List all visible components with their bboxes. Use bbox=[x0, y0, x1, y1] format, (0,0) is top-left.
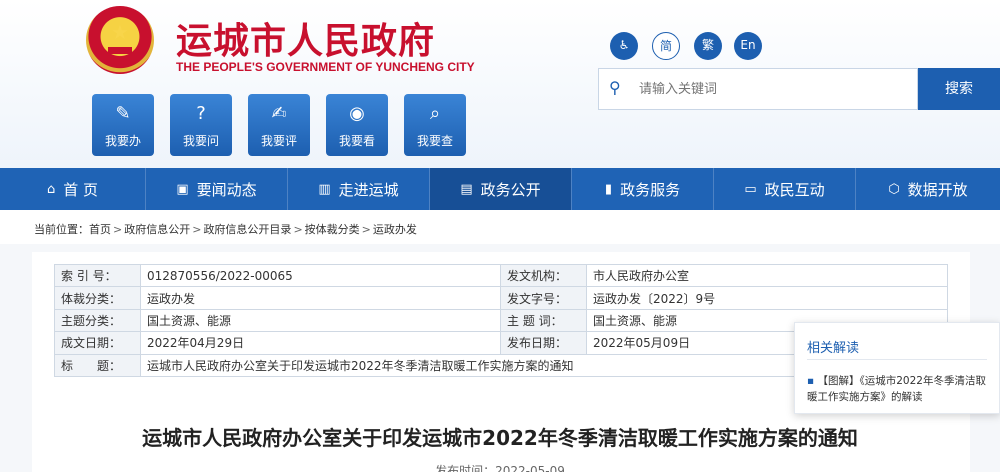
nav-item-open-data[interactable]: ⬡ 数据开放 bbox=[856, 168, 1000, 210]
national-emblem-icon: ★ bbox=[86, 6, 154, 74]
nav-item-about[interactable]: ▥ 走进运城 bbox=[288, 168, 430, 210]
genre-value: 运政办发 bbox=[140, 286, 501, 310]
quick-link-label: 我要办 bbox=[104, 134, 141, 148]
docno-value: 运政办发〔2022〕9号 bbox=[586, 286, 948, 310]
related-link-label: 【图解】《运城市2022年冬季清洁取暖工作实施方案》的解读 bbox=[807, 375, 986, 403]
search-input[interactable] bbox=[639, 77, 909, 101]
search-icon: ⌕ bbox=[429, 103, 441, 124]
quick-link-label: 我要评 bbox=[260, 134, 297, 148]
index-value: 012870556/2022-00065 bbox=[140, 263, 501, 288]
keyword-label: 主 题 词： bbox=[500, 308, 587, 333]
table-row: 体裁分类： 运政办发 发文字号： 运政办发〔2022〕9号 bbox=[54, 286, 948, 310]
nav-item-label: 政务公开 bbox=[480, 180, 541, 199]
eye-icon: ◉ bbox=[349, 103, 365, 124]
search-icon: ⚲ bbox=[609, 78, 621, 97]
breadcrumb-item[interactable]: 政府信息公开 bbox=[124, 223, 190, 236]
nav-item-label: 数据开放 bbox=[907, 180, 968, 199]
breadcrumb: 当前位置：首页 > 政府信息公开 > 政府信息公开目录 > 按体裁分类 > 运政办发 bbox=[34, 221, 417, 237]
breadcrumb-separator: > bbox=[293, 223, 303, 236]
publish-date: 发布时间：2022-05-09 bbox=[435, 464, 565, 472]
nav-item-interaction[interactable]: ▭ 政民互动 bbox=[714, 168, 856, 210]
wheelchair-icon: ♿ bbox=[618, 38, 630, 52]
nav-item-news[interactable]: ▣ 要闻动态 bbox=[146, 168, 288, 210]
home-icon: ⌂ bbox=[46, 181, 56, 197]
quick-link-label: 我要问 bbox=[182, 134, 219, 148]
nav-item-home[interactable]: ⌂ 首 页 bbox=[0, 168, 146, 210]
topic-value: 国土资源、能源 bbox=[140, 308, 501, 333]
nav-item-open-gov[interactable]: ▤ 政务公开 bbox=[430, 168, 572, 210]
accessibility-button[interactable]: ♿ bbox=[610, 32, 638, 60]
quick-link-do[interactable]: ✎ 我要办 bbox=[92, 94, 154, 156]
bullet-icon: ▪ bbox=[807, 375, 818, 387]
quick-link-search[interactable]: ⌕ 我要查 bbox=[404, 94, 466, 156]
search-button[interactable]: 搜索 bbox=[918, 68, 1000, 110]
issuer-value: 市人民政府办公室 bbox=[586, 263, 948, 288]
topic-label: 主题分类： bbox=[54, 308, 141, 333]
quick-link-label: 我要查 bbox=[416, 134, 453, 148]
nav-item-label: 政民互动 bbox=[764, 180, 825, 199]
quick-link-label: 我要看 bbox=[338, 134, 375, 148]
star-icon: ★ bbox=[111, 20, 129, 44]
related-title: 相关解读 bbox=[807, 341, 860, 356]
divider bbox=[807, 359, 987, 360]
pencil-square-icon: ✍ bbox=[271, 103, 287, 124]
gate-icon bbox=[108, 44, 132, 54]
nav-item-services[interactable]: ▮ 政务服务 bbox=[572, 168, 714, 210]
chat-icon: ▭ bbox=[744, 181, 757, 197]
breadcrumb-item[interactable]: 运政办发 bbox=[373, 223, 417, 236]
site-title-en: THE PEOPLE'S GOVERNMENT OF YUNCHENG CITY bbox=[176, 60, 475, 74]
traditional-chinese-button[interactable]: 繁 bbox=[694, 32, 722, 60]
docno-label: 发文字号： bbox=[500, 286, 587, 310]
quick-link-view[interactable]: ◉ 我要看 bbox=[326, 94, 388, 156]
breadcrumb-separator: > bbox=[113, 223, 123, 236]
related-link[interactable]: ▪ 【图解】《运城市2022年冬季清洁取暖工作实施方案》的解读 bbox=[807, 373, 993, 405]
breadcrumb-separator: > bbox=[361, 223, 371, 236]
question-icon: ? bbox=[196, 103, 206, 124]
simplified-chinese-button[interactable]: 简 bbox=[652, 32, 680, 60]
building-icon: ▥ bbox=[318, 181, 331, 197]
quick-link-ask[interactable]: ? 我要问 bbox=[170, 94, 232, 156]
issuer-label: 发文机构： bbox=[500, 263, 587, 288]
news-icon: ▣ bbox=[176, 181, 189, 197]
related-interpretation-panel: 相关解读 ▪ 【图解】《运城市2022年冬季清洁取暖工作实施方案》的解读 bbox=[794, 322, 1000, 414]
index-label: 索 引 号： bbox=[54, 263, 141, 288]
breadcrumb-separator: > bbox=[192, 223, 202, 236]
breadcrumb-prefix: 当前位置： bbox=[34, 223, 89, 236]
edit-doc-icon: ✎ bbox=[115, 103, 131, 124]
created-label: 成文日期： bbox=[54, 331, 141, 355]
english-button[interactable]: En bbox=[734, 32, 762, 60]
bookmark-icon: ▮ bbox=[604, 181, 613, 197]
published-label: 发布日期： bbox=[500, 331, 587, 355]
table-row: 索 引 号： 012870556/2022-00065 发文机构： 市人民政府办… bbox=[54, 263, 948, 288]
document-title: 运城市人民政府办公室关于印发运城市2022年冬季清洁取暖工作实施方案的通知 bbox=[142, 426, 858, 450]
site-title-cn[interactable]: 运城市人民政府 bbox=[176, 12, 435, 64]
breadcrumb-item[interactable]: 按体裁分类 bbox=[305, 223, 360, 236]
nav-item-label: 首 页 bbox=[63, 180, 99, 199]
genre-label: 体裁分类： bbox=[54, 286, 141, 310]
nav-item-label: 政务服务 bbox=[620, 180, 681, 199]
title-label: 标 题： bbox=[54, 353, 141, 377]
book-icon: ▤ bbox=[460, 181, 473, 197]
cube-icon: ⬡ bbox=[888, 181, 900, 197]
search-box: ⚲ bbox=[598, 68, 918, 110]
nav-item-label: 要闻动态 bbox=[196, 180, 257, 199]
nav-item-label: 走进运城 bbox=[338, 180, 399, 199]
created-value: 2022年04月29日 bbox=[140, 331, 501, 355]
breadcrumb-item[interactable]: 政府信息公开目录 bbox=[203, 223, 291, 236]
site-header: ★ 运城市人民政府 THE PEOPLE'S GOVERNMENT OF YUN… bbox=[0, 0, 1000, 168]
main-nav: ⌂ 首 页 ▣ 要闻动态 ▥ 走进运城 ▤ 政务公开 ▮ 政务服务 ▭ 政民互动… bbox=[0, 168, 1000, 210]
breadcrumb-item[interactable]: 首页 bbox=[89, 223, 111, 236]
quick-link-rate[interactable]: ✍ 我要评 bbox=[248, 94, 310, 156]
